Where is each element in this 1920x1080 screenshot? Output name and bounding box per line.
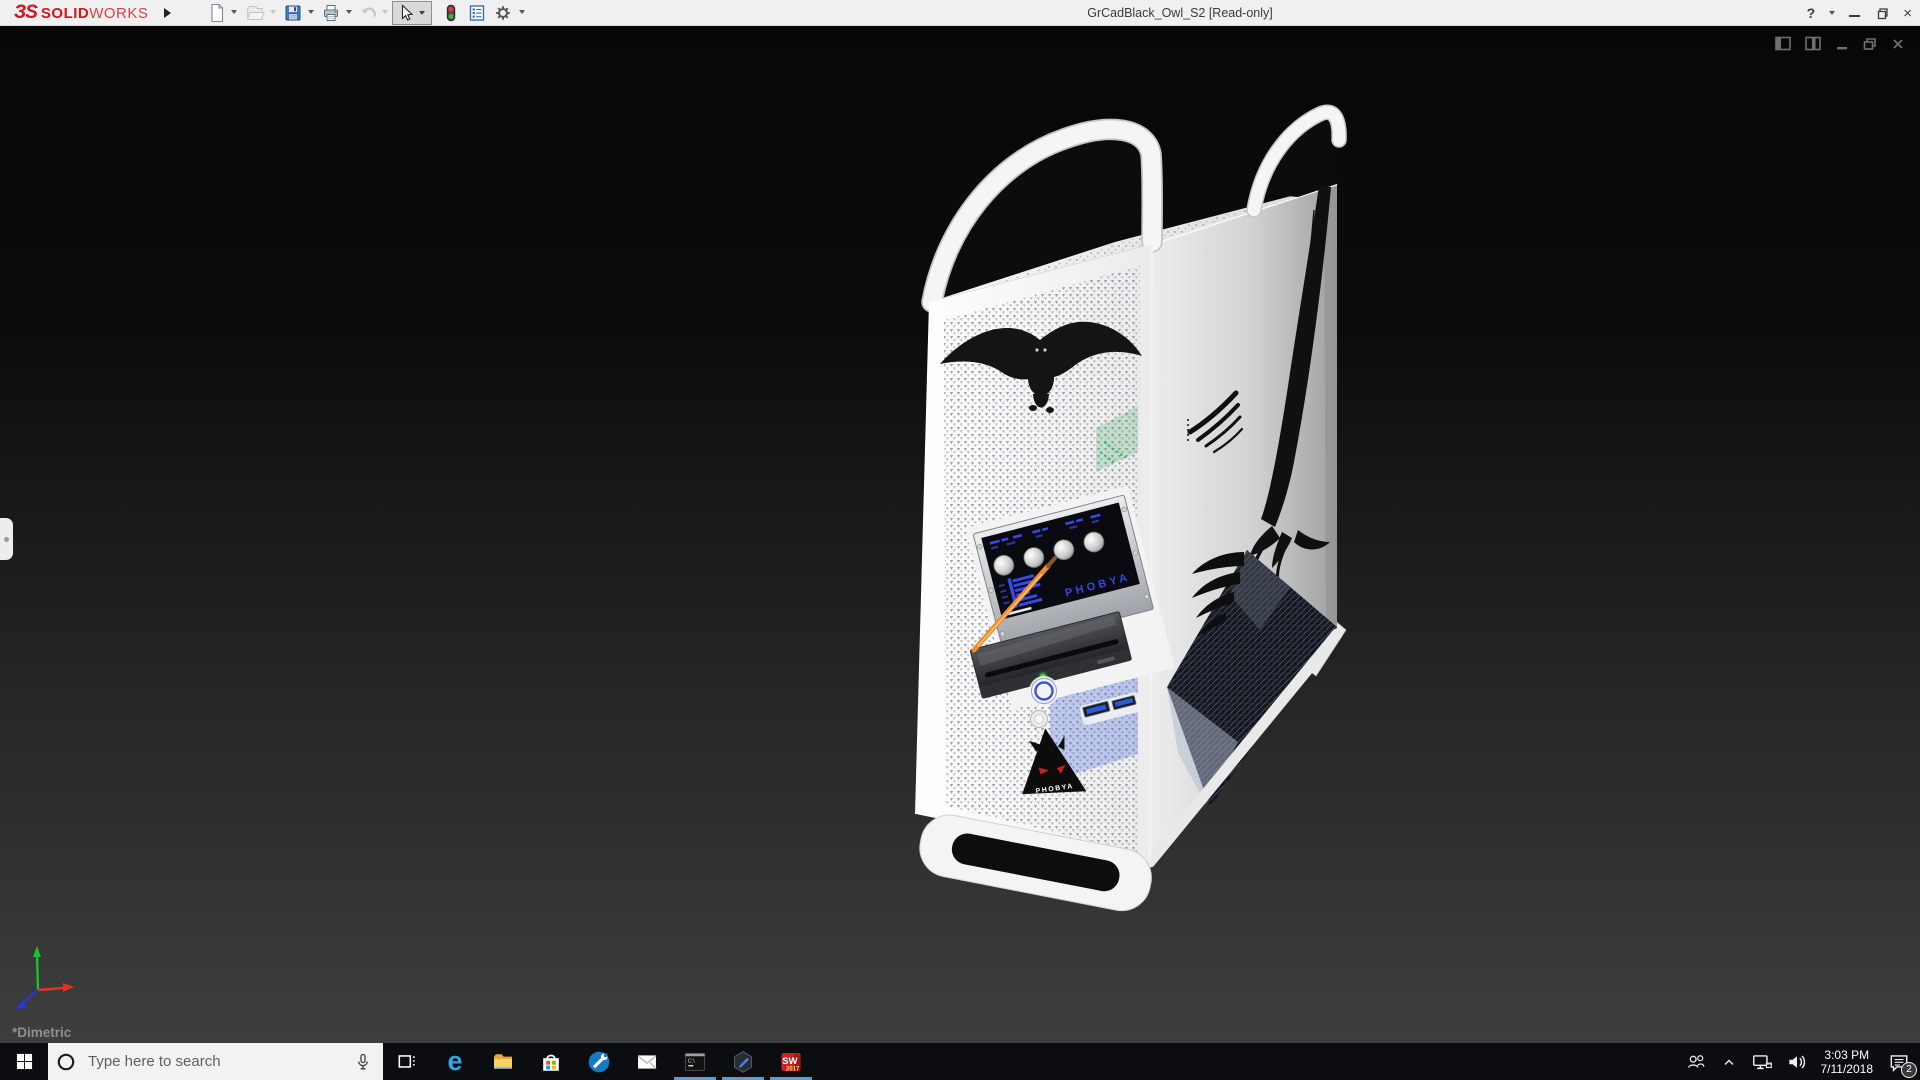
solidworks-logo-glyph: ЗS <box>14 2 37 24</box>
document-minimize-button[interactable] <box>1834 36 1850 52</box>
tray-date: 7/11/2018 <box>1821 1062 1874 1076</box>
document-restore-button[interactable] <box>1861 36 1879 52</box>
z-axis-arrow <box>15 1001 27 1009</box>
screen: ЗS SOLID WORKS <box>0 0 1920 1080</box>
tray-chevron-up-icon[interactable] <box>1720 1054 1738 1070</box>
traffic-light-icon <box>441 3 461 23</box>
markup-button[interactable] <box>440 2 462 24</box>
print-button[interactable] <box>320 2 342 24</box>
window-title: GrCadBlack_Owl_S2 [Read-only] <box>1020 0 1340 26</box>
panel-tab-grip-icon <box>4 537 9 542</box>
gear-icon <box>493 3 513 23</box>
open-folder-icon <box>245 3 265 23</box>
people-icon[interactable] <box>1685 1052 1707 1072</box>
x-axis-arrow <box>63 983 74 992</box>
y-axis-arrow <box>33 946 41 957</box>
taskbar-search[interactable] <box>48 1043 383 1080</box>
system-tray: 3:03 PM 7/11/2018 2 <box>1685 1043 1920 1080</box>
mail-icon <box>635 1050 659 1074</box>
select-tool-caret[interactable] <box>419 11 425 15</box>
cmd-prompt-text: C:\ <box>688 1058 695 1064</box>
search-input[interactable] <box>86 1052 353 1071</box>
windows-logo-icon <box>16 1053 33 1070</box>
document-window-controls <box>1774 35 1906 52</box>
document-close-button[interactable] <box>1890 36 1906 52</box>
sw-icon-text: SW <box>782 1055 798 1066</box>
print-icon <box>321 3 341 23</box>
command-prompt-icon: C:\ <box>683 1050 707 1074</box>
restore-button[interactable] <box>1874 6 1889 21</box>
options-button[interactable] <box>492 2 514 24</box>
help-button[interactable]: ? <box>1807 5 1816 21</box>
taskbar-app-store[interactable] <box>527 1043 575 1080</box>
taskbar-app-tools[interactable] <box>575 1043 623 1080</box>
undo-icon <box>359 3 379 23</box>
save-button[interactable] <box>282 2 304 24</box>
view-orientation-label: *Dimetric <box>12 1025 71 1040</box>
save-caret[interactable] <box>308 10 314 14</box>
feature-panel-tab[interactable] <box>0 518 13 560</box>
options-caret[interactable] <box>519 10 525 14</box>
volume-icon[interactable] <box>1786 1052 1808 1072</box>
solidworks-logo: ЗS SOLID WORKS <box>14 1 148 25</box>
undo-button[interactable] <box>358 2 380 24</box>
show-panel-icon[interactable] <box>1774 35 1793 52</box>
orientation-triad <box>8 942 92 1020</box>
notification-badge: 2 <box>1901 1062 1917 1078</box>
save-icon <box>283 3 303 23</box>
graphics-viewport[interactable]: PHOBYA <box>0 26 1920 1043</box>
open-button[interactable] <box>244 2 266 24</box>
sw-icon-year: 2017 <box>786 1066 800 1072</box>
toolbar-expand-button[interactable] <box>160 5 174 21</box>
solidworks-2017-icon: SW 2017 <box>779 1050 803 1074</box>
minimize-button[interactable] <box>1849 15 1860 17</box>
taskbar-app-edrawings[interactable] <box>719 1043 767 1080</box>
edge-icon: e <box>447 1048 462 1075</box>
new-document-icon <box>207 3 227 23</box>
microphone-icon[interactable] <box>353 1052 373 1072</box>
close-button[interactable]: × <box>1903 5 1912 22</box>
file-explorer-icon <box>491 1050 515 1074</box>
select-cursor-icon <box>396 3 416 23</box>
store-icon <box>539 1050 563 1074</box>
taskbar-app-edge[interactable]: e <box>431 1043 479 1080</box>
taskbar-clock[interactable]: 3:03 PM 7/11/2018 <box>1821 1048 1874 1076</box>
hexagon-app-icon <box>731 1050 755 1074</box>
network-icon[interactable] <box>1751 1052 1773 1072</box>
open-caret[interactable] <box>270 10 276 14</box>
taskbar-app-command-prompt[interactable]: C:\ <box>671 1043 719 1080</box>
taskbar-app-file-explorer[interactable] <box>479 1043 527 1080</box>
flyout-arrow-icon <box>164 8 171 18</box>
start-button[interactable] <box>0 1043 48 1080</box>
task-view-icon <box>396 1051 418 1073</box>
new-document-button[interactable] <box>206 2 228 24</box>
task-view-button[interactable] <box>383 1043 431 1080</box>
help-caret[interactable] <box>1829 11 1835 15</box>
taskbar-app-solidworks-2017[interactable]: SW 2017 <box>767 1043 815 1080</box>
tray-time: 3:03 PM <box>1821 1048 1874 1062</box>
properties-list-icon <box>467 3 487 23</box>
undo-caret[interactable] <box>382 10 388 14</box>
print-caret[interactable] <box>346 10 352 14</box>
show-panel-alt-icon[interactable] <box>1804 35 1823 52</box>
cad-model-pc-case[interactable]: PHOBYA <box>900 90 1360 920</box>
titlebar: ЗS SOLID WORKS <box>0 0 1920 26</box>
action-center-button[interactable]: 2 <box>1886 1049 1912 1075</box>
new-document-caret[interactable] <box>231 10 237 14</box>
windows-taskbar: e <box>0 1043 1920 1080</box>
properties-button[interactable] <box>466 2 488 24</box>
wrench-circle-icon <box>587 1050 611 1074</box>
taskbar-app-mail[interactable] <box>623 1043 671 1080</box>
cortana-icon <box>56 1052 76 1072</box>
select-tool-button[interactable] <box>392 1 432 25</box>
